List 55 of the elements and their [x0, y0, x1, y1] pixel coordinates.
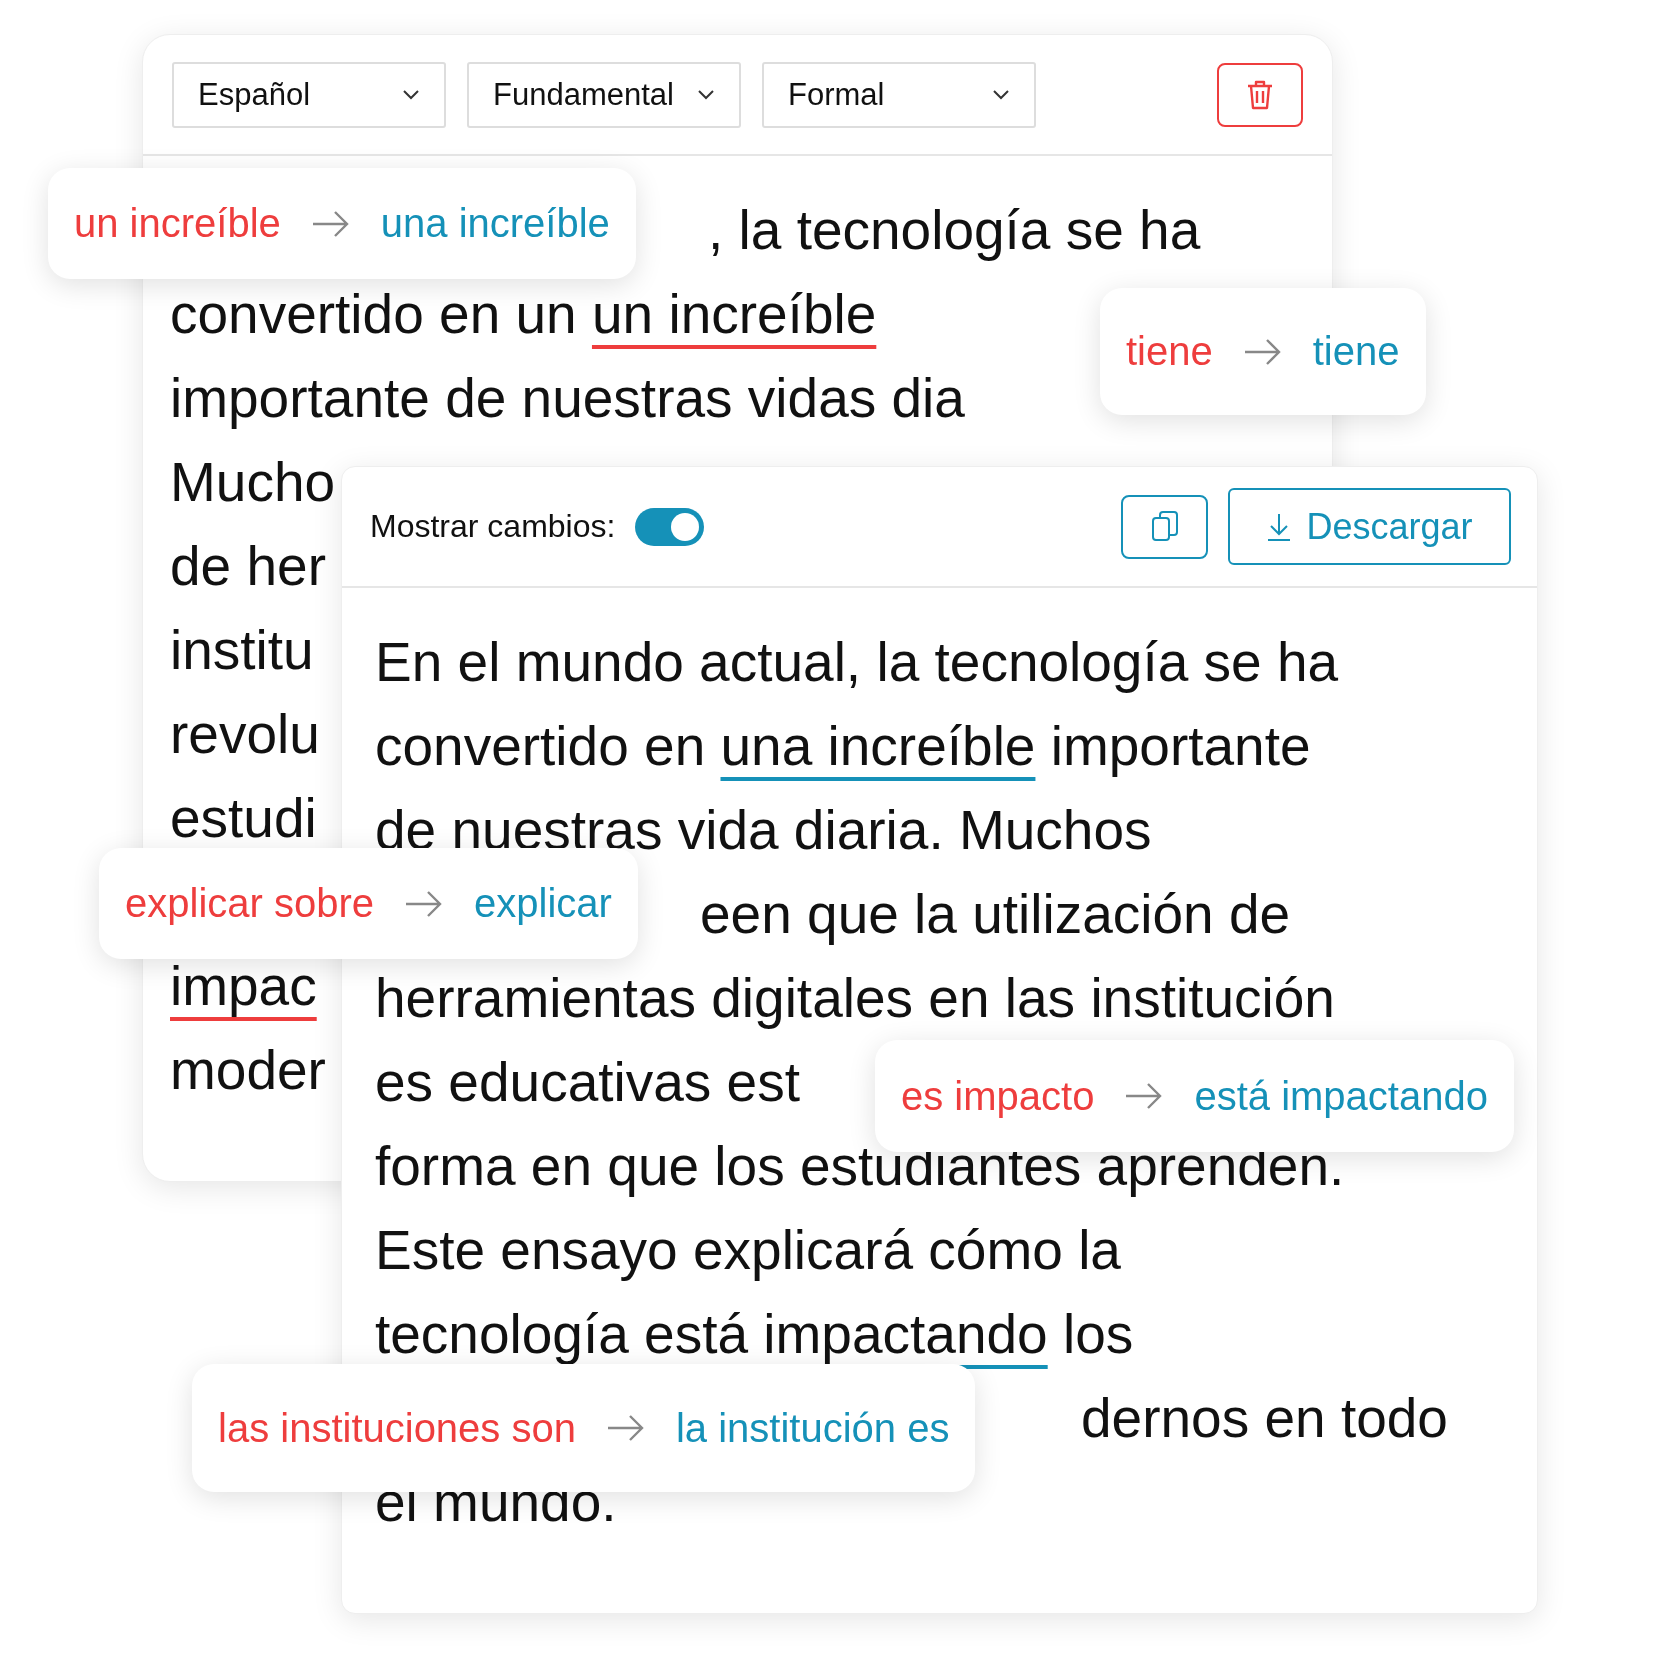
- trash-icon: [1245, 78, 1275, 111]
- suggested-phrase: la institución es: [675, 1405, 950, 1451]
- essay-text: , la tecnología se ha: [708, 199, 1201, 261]
- suggestion-card[interactable]: un increíble una increíble: [48, 168, 636, 279]
- essay-text: importante: [1049, 715, 1311, 777]
- essay-text: dernos en todo: [1081, 1387, 1448, 1449]
- original-phrase: las instituciones son: [218, 1405, 576, 1451]
- chevron-icon: [697, 89, 715, 100]
- download-icon: [1266, 511, 1293, 542]
- essay-text: Mucho: [170, 451, 336, 513]
- essay-text: es educativas est: [375, 1051, 800, 1113]
- essay-text: institu: [170, 619, 314, 681]
- essay-text: herramientas digitales en las institución: [375, 967, 1335, 1029]
- delete-button[interactable]: [1217, 62, 1303, 127]
- chevron-icon: [992, 89, 1010, 100]
- suggestion-card[interactable]: las instituciones son la institución es: [192, 1364, 976, 1492]
- arrow-icon: [1242, 336, 1283, 367]
- original-phrase: explicar sobre: [125, 881, 374, 926]
- corrected-phrase: está impactando: [644, 1303, 1048, 1365]
- suggested-phrase: una increíble: [380, 201, 610, 246]
- essay-text: revolu: [170, 703, 320, 765]
- dropdown[interactable]: Formal: [762, 61, 1036, 128]
- arrow-icon: [310, 208, 351, 239]
- original-phrase: tiene: [1126, 329, 1213, 374]
- essay-text: een que la utilización de: [700, 883, 1291, 945]
- copy-button[interactable]: [1121, 494, 1208, 559]
- arrow-icon: [605, 1413, 646, 1443]
- essay-text: Este ensayo explicará cómo la: [375, 1219, 1121, 1281]
- essay-text: importante de nuestras vidas dia: [170, 367, 965, 429]
- essay-text: convertido en un: [170, 283, 578, 345]
- essay-text: moder: [170, 1039, 326, 1101]
- essay-text: convertido en: [375, 715, 707, 777]
- essay-text: tecnología: [375, 1303, 630, 1365]
- suggested-phrase: está impactando: [1194, 1073, 1488, 1119]
- suggestion-card[interactable]: es impacto está impactando: [875, 1040, 1514, 1152]
- suggested-phrase: tiene: [1312, 329, 1400, 374]
- essay-text: estudi: [170, 787, 317, 849]
- flagged-phrase: un increíble: [591, 283, 877, 345]
- toggle-label: Mostrar cambios:: [370, 508, 616, 545]
- original-phrase: es impacto: [901, 1073, 1095, 1119]
- chevron-icon: [402, 89, 420, 100]
- toggle-switch[interactable]: [635, 507, 705, 546]
- arrow-icon: [404, 888, 444, 919]
- dropdown[interactable]: Español: [172, 61, 446, 128]
- suggestion-card[interactable]: explicar sobre explicar: [99, 848, 638, 959]
- suggested-phrase: explicar: [474, 881, 612, 926]
- essay-text: de her: [170, 535, 326, 597]
- corrected-phrase: una increíble: [720, 715, 1036, 777]
- original-phrase: un increíble: [74, 201, 281, 246]
- suggestion-card[interactable]: tiene tiene: [1100, 288, 1426, 415]
- essay-text: los: [1061, 1303, 1134, 1365]
- download-button[interactable]: Descargar: [1228, 488, 1511, 565]
- dropdown[interactable]: Fundamental: [467, 61, 741, 128]
- copy-icon: [1149, 509, 1180, 544]
- essay-text: En el mundo actual, la tecnología se ha: [375, 631, 1339, 693]
